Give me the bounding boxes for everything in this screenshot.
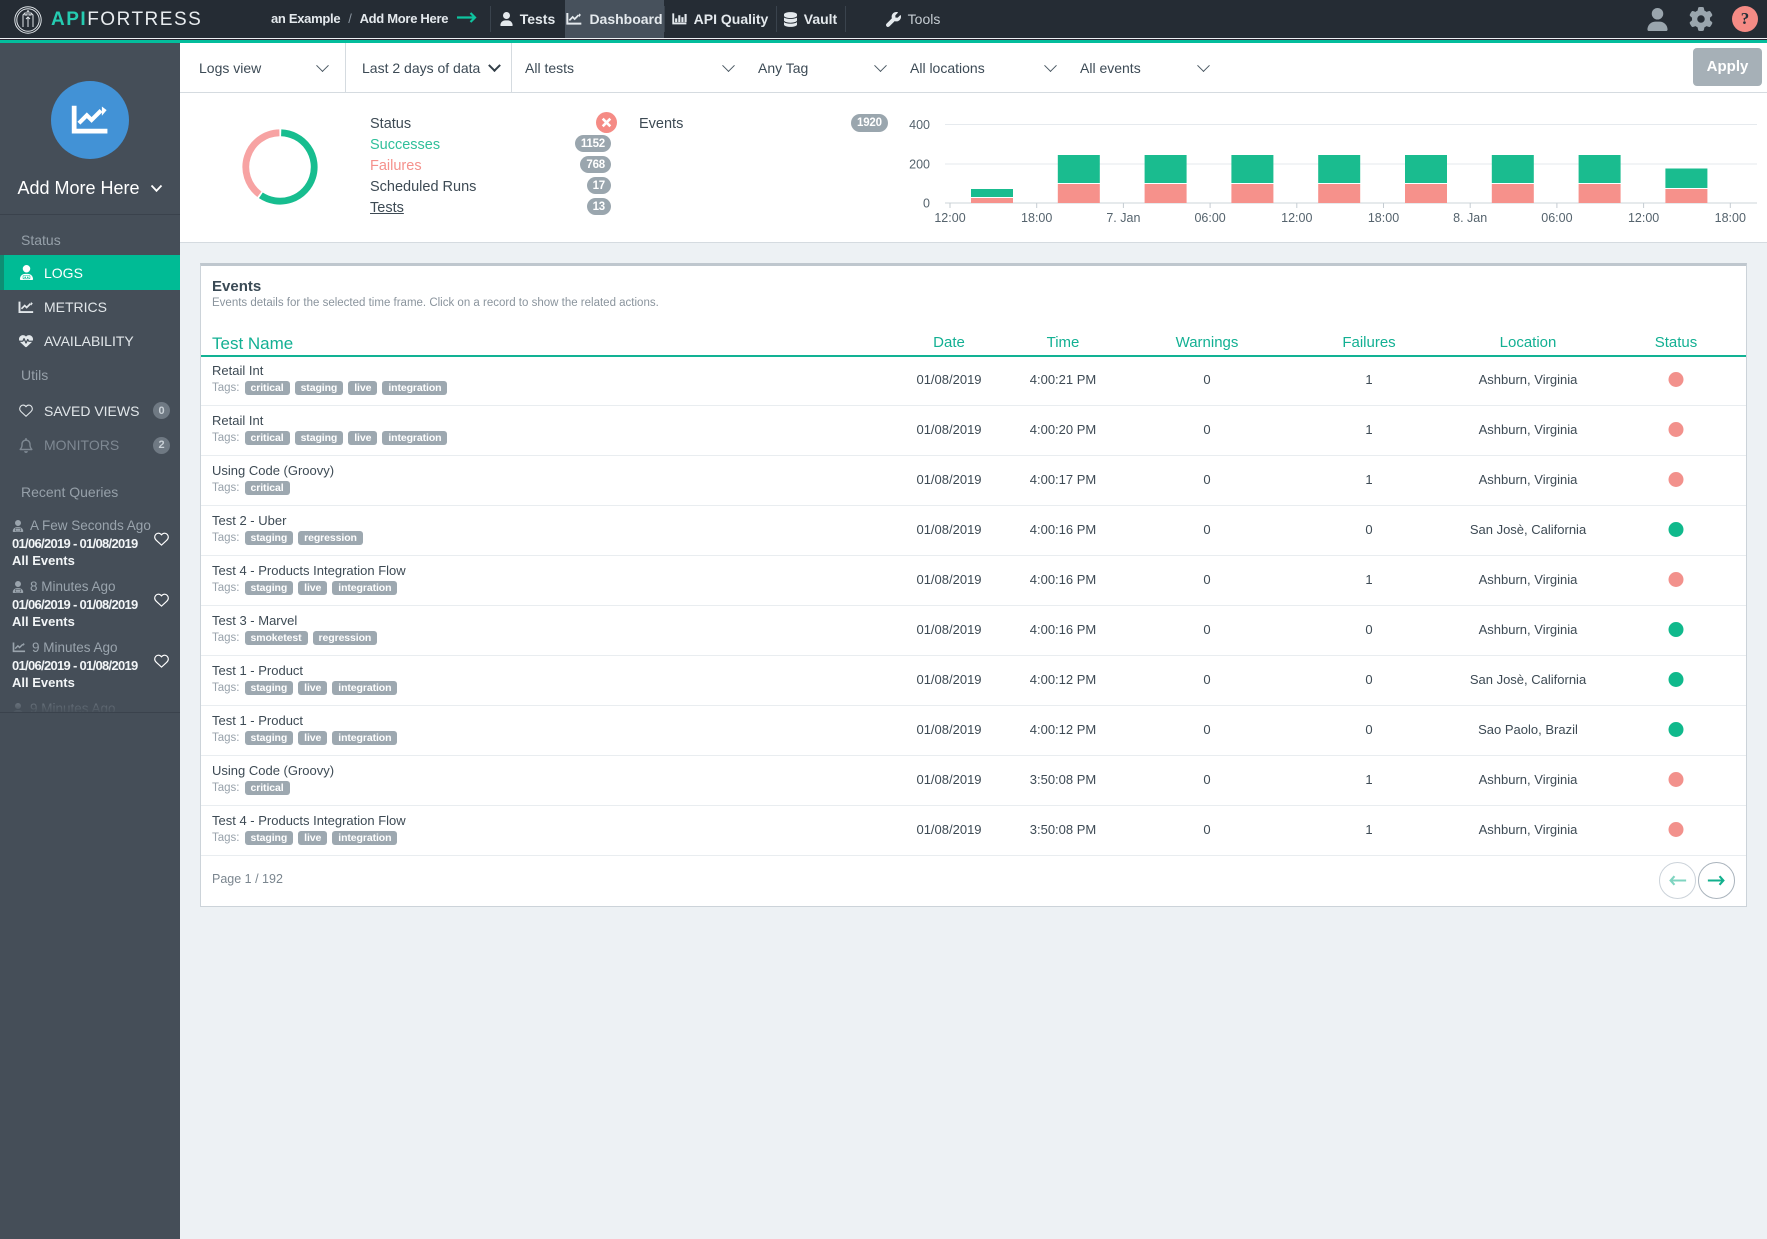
svg-text:0: 0 [923, 197, 930, 211]
svg-text:18:00: 18:00 [1368, 211, 1399, 225]
svg-text:400: 400 [909, 118, 930, 132]
svg-text:12:00: 12:00 [1281, 211, 1312, 225]
svg-text:7. Jan: 7. Jan [1106, 211, 1140, 225]
svg-text:18:00: 18:00 [1715, 211, 1746, 225]
svg-text:06:00: 06:00 [1194, 211, 1225, 225]
svg-text:12:00: 12:00 [934, 211, 965, 225]
svg-text:8. Jan: 8. Jan [1453, 211, 1487, 225]
svg-text:12:00: 12:00 [1628, 211, 1659, 225]
svg-text:18:00: 18:00 [1021, 211, 1052, 225]
svg-text:06:00: 06:00 [1541, 211, 1572, 225]
svg-text:200: 200 [909, 158, 930, 172]
